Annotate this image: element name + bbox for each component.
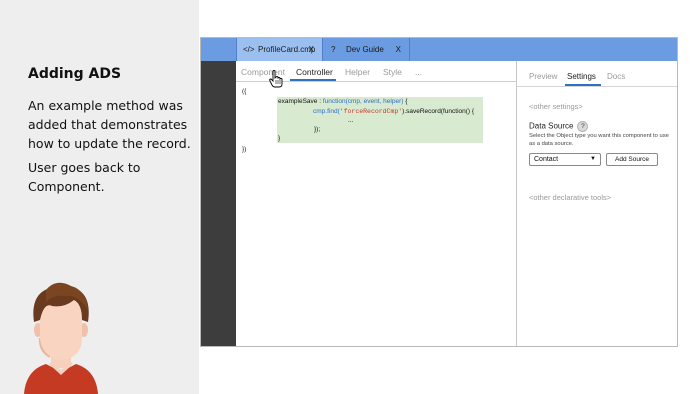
close-icon[interactable]: X [309, 38, 314, 61]
tab-controller[interactable]: Controller [296, 67, 333, 77]
active-tab-indicator [565, 84, 601, 86]
divider [517, 86, 677, 87]
tab-preview[interactable]: Preview [529, 72, 557, 81]
help-icon: ? [331, 45, 336, 54]
code-line: } [278, 135, 281, 142]
code-keyword: function [322, 98, 346, 105]
narrative-paragraph-1: An example method was added that demonst… [28, 98, 191, 151]
code-string: 'forceRecordCmp' [339, 108, 403, 115]
code-line: ... [348, 117, 354, 124]
properties-panel: Preview Settings Docs <other settings> D… [517, 61, 677, 346]
code-line: }) [242, 146, 247, 153]
code-editor[interactable]: Component Controller Helper Style ... ({… [236, 61, 517, 346]
active-tab-indicator [290, 79, 336, 81]
ide-window: </> ProfileCard.cmp X ? Dev Guide X Comp… [200, 37, 678, 347]
code-line: }); [314, 126, 321, 133]
file-tab-label: Dev Guide [346, 45, 384, 54]
code-token: ).saveRecord(function() { [402, 108, 475, 115]
file-tab-bar: </> ProfileCard.cmp X ? Dev Guide X [201, 38, 677, 61]
data-source-description: Select the Object type you want this com… [529, 133, 669, 147]
dropdown-arrow-icon: ▼ [590, 156, 596, 162]
user-avatar-illustration [24, 282, 98, 394]
data-source-title: Data Source [529, 121, 574, 131]
tab-style[interactable]: Style [383, 67, 402, 77]
code-line: exampleSave : function(cmp, event, helpe… [278, 98, 407, 105]
help-icon[interactable]: ? [577, 121, 589, 132]
other-tools-placeholder: <other declarative tools> [529, 193, 612, 202]
select-value: Contact [534, 156, 559, 163]
add-source-button[interactable]: Add Source [606, 153, 658, 166]
code-params: (cmp, event, helper) [345, 98, 404, 105]
method-name: exampleSave [278, 98, 318, 105]
hand-cursor-icon [269, 70, 283, 88]
data-source-heading: Data Source? [529, 121, 589, 132]
code-line: ({ [242, 88, 247, 95]
code-icon: </> [243, 45, 255, 54]
code-line: cmp.find('forceRecordCmp').saveRecord(fu… [313, 108, 474, 115]
tab-settings[interactable]: Settings [567, 72, 596, 81]
editor-gutter [201, 61, 236, 346]
tab-more[interactable]: ... [415, 67, 422, 77]
code-call: cmp.find( [313, 108, 340, 115]
other-settings-placeholder: <other settings> [529, 102, 583, 111]
file-tab-dev-guide[interactable]: ? Dev Guide X [325, 38, 410, 61]
code-token: { [403, 98, 408, 105]
file-tab-profilecard[interactable]: </> ProfileCard.cmp X [236, 38, 323, 61]
close-icon[interactable]: X [396, 38, 401, 61]
tab-helper[interactable]: Helper [345, 67, 370, 77]
narrative-title: Adding ADS [28, 66, 122, 82]
data-source-select[interactable]: Contact ▼ [529, 153, 601, 166]
file-tab-label: ProfileCard.cmp [258, 45, 316, 54]
narrative-paragraph-2: User goes back to Component. [28, 160, 141, 194]
tab-docs[interactable]: Docs [607, 72, 625, 81]
narrative-panel: Adding ADS An example method was added t… [0, 0, 199, 394]
